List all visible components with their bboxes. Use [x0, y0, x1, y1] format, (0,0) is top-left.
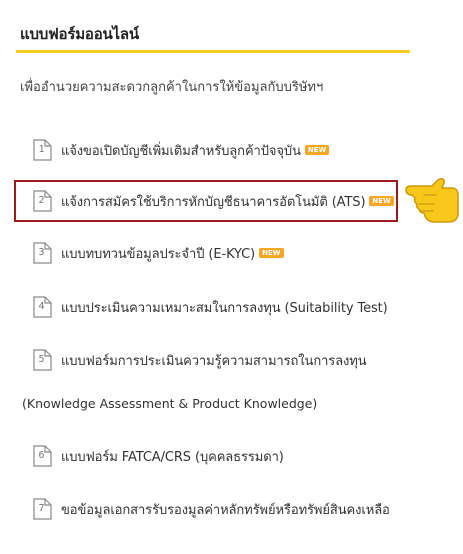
form-item-3[interactable]: 3 แบบทบทวนข้อมูลประจำปี (E-KYC) NEW — [33, 239, 284, 267]
form-item-label[interactable]: แบบฟอร์มการประเมินความรู้ความสามารถในการ… — [61, 350, 367, 371]
new-badge: NEW — [304, 145, 330, 155]
new-badge: NEW — [259, 248, 284, 258]
form-item-label[interactable]: แบบทบทวนข้อมูลประจำปี (E-KYC) — [61, 243, 255, 264]
form-item-label[interactable]: แบบฟอร์ม FATCA/CRS (บุคคลธรรมดา) — [61, 446, 284, 467]
document-icon: 3 — [33, 242, 52, 264]
page-subtitle: เพื่ออำนวยความสะดวกลูกค้าในการให้ข้อมูลก… — [20, 80, 324, 95]
document-icon: 5 — [33, 349, 52, 371]
title-underline — [16, 50, 410, 53]
form-item-1[interactable]: 1 แจ้งขอเปิดบัญชีเพิ่มเติมสำหรับลูกค้าปั… — [33, 136, 330, 164]
document-icon: 1 — [33, 139, 52, 161]
page-title: แบบฟอร์มออนไลน์ — [20, 25, 139, 43]
document-icon: 6 — [33, 445, 52, 467]
highlight-box — [14, 180, 398, 222]
document-icon: 4 — [33, 296, 52, 318]
form-item-7[interactable]: 7 ขอข้อมูลเอกสารรับรองมูลค่าหลักทรัพย์หร… — [33, 495, 390, 523]
document-icon: 7 — [33, 498, 52, 520]
form-item-label[interactable]: แบบประเมินความเหมาะสมในการลงทุน (Suitabi… — [61, 297, 388, 318]
form-item-5-continuation[interactable]: (Knowledge Assessment & Product Knowledg… — [22, 396, 317, 411]
form-item-label[interactable]: ขอข้อมูลเอกสารรับรองมูลค่าหลักทรัพย์หรือ… — [61, 499, 390, 520]
form-item-6[interactable]: 6 แบบฟอร์ม FATCA/CRS (บุคคลธรรมดา) — [33, 442, 284, 470]
form-item-5[interactable]: 5 แบบฟอร์มการประเมินความรู้ความสามารถในก… — [33, 346, 367, 374]
pointing-hand-icon — [405, 178, 459, 223]
form-item-label[interactable]: แจ้งขอเปิดบัญชีเพิ่มเติมสำหรับลูกค้าปัจจ… — [61, 140, 301, 161]
form-item-4[interactable]: 4 แบบประเมินความเหมาะสมในการลงทุน (Suita… — [33, 293, 388, 321]
